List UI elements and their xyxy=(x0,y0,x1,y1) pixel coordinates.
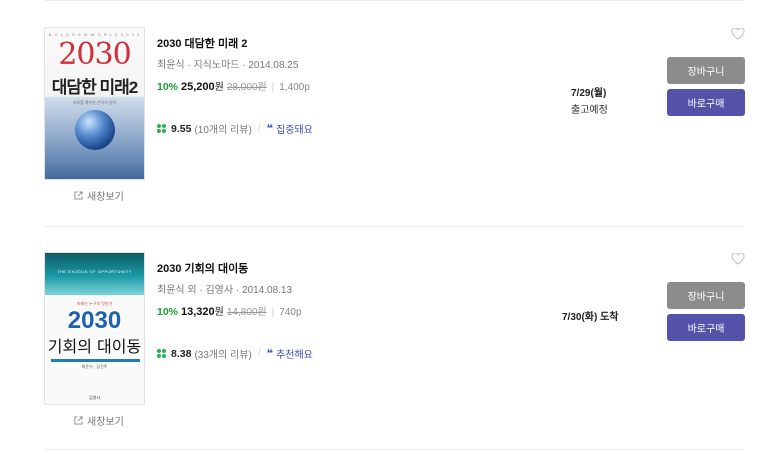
heart-icon[interactable] xyxy=(731,28,745,40)
clover-icon xyxy=(157,124,166,133)
add-to-cart-button[interactable]: 장바구니 xyxy=(667,57,745,84)
review-tag: 집중돼요 xyxy=(276,125,313,136)
cover-year: 2030 xyxy=(67,307,122,334)
new-window-link[interactable]: 새창보기 xyxy=(74,188,124,203)
sale-price: 13,320원 xyxy=(181,306,224,318)
book-item: B O L D N E W W O R L D 2 0 3 0 2030 대담한… xyxy=(0,0,773,226)
cover-author: 최윤식 · 김건주 xyxy=(81,364,108,369)
rating-score: 8.38 xyxy=(171,347,192,360)
buy-now-button[interactable]: 바로구매 xyxy=(667,314,745,341)
cover-title: 대담한 미래2 xyxy=(51,78,138,97)
cover-band-text: THE EXODUS OF OPPORTUNITY xyxy=(56,269,133,274)
sale-price: 25,200원 xyxy=(181,81,224,93)
cover-band xyxy=(45,253,144,295)
cover-year: 2030 xyxy=(58,37,131,72)
discount-rate: 10% xyxy=(157,306,179,318)
review-count[interactable]: (33개의 리뷰) xyxy=(194,346,251,361)
heart-icon[interactable] xyxy=(731,253,745,265)
review-tag: 추천해요 xyxy=(276,350,313,361)
price-row: 10% 13,320원 14,800원 | 740p xyxy=(157,303,302,318)
book-title[interactable]: 2030 대담한 미래 2 xyxy=(157,35,247,51)
discount-rate: 10% xyxy=(157,81,179,93)
original-price: 14,800원 xyxy=(226,307,267,318)
new-window-link[interactable]: 새창보기 xyxy=(74,413,124,428)
delivery-status: 출고예정 xyxy=(571,105,608,116)
cover-publisher: 김영사 xyxy=(88,395,101,400)
original-price: 28,000원 xyxy=(226,82,267,93)
rating-row: 9.55 (10개의 리뷰) / ❝ 집중돼요 xyxy=(157,121,313,136)
clover-icon xyxy=(157,349,166,358)
book-meta: 최윤식 · 지식노마드 · 2014.08.25 xyxy=(157,60,299,71)
delivery-date: 7/30(화) 도착 xyxy=(562,312,619,323)
new-window-label: 새창보기 xyxy=(87,192,124,203)
book-cover[interactable]: THE EXODUS OF OPPORTUNITY 미래는 누구의 것인가 20… xyxy=(44,252,145,405)
delivery-info: 7/29(월) 출고예정 xyxy=(571,84,608,116)
book-cover[interactable]: B O L D N E W W O R L D 2 0 3 0 2030 대담한… xyxy=(44,27,145,180)
external-link-icon xyxy=(74,416,83,425)
buy-now-button[interactable]: 바로구매 xyxy=(667,89,745,116)
book-item: THE EXODUS OF OPPORTUNITY 미래는 누구의 것인가 20… xyxy=(0,225,773,451)
quote-icon: ❝ xyxy=(266,123,274,135)
rating-score: 9.55 xyxy=(171,122,192,135)
delivery-info: 7/30(화) 도착 xyxy=(562,308,619,323)
new-window-label: 새창보기 xyxy=(87,417,124,428)
cover-bar xyxy=(51,359,140,362)
globe-illustration xyxy=(75,110,115,150)
book-title[interactable]: 2030 기회의 대이동 xyxy=(157,260,248,276)
external-link-icon xyxy=(74,191,83,200)
review-count[interactable]: (10개의 리뷰) xyxy=(194,121,251,136)
page-count: 740p xyxy=(279,307,302,318)
page-count: 1,400p xyxy=(279,82,310,93)
cover-title: 기회의 대이동 xyxy=(47,337,142,356)
price-row: 10% 25,200원 28,000원 | 1,400p xyxy=(157,78,310,93)
delivery-date: 7/29(월) xyxy=(571,88,607,99)
quote-icon: ❝ xyxy=(266,348,274,360)
add-to-cart-button[interactable]: 장바구니 xyxy=(667,282,745,309)
cover-subtitle: 미래를 예측한 전략의 법칙 xyxy=(72,100,117,105)
book-meta: 최윤식 외 · 김영사 · 2014.08.13 xyxy=(157,285,293,296)
rating-row: 8.38 (33개의 리뷰) / ❝ 추천해요 xyxy=(157,346,313,361)
